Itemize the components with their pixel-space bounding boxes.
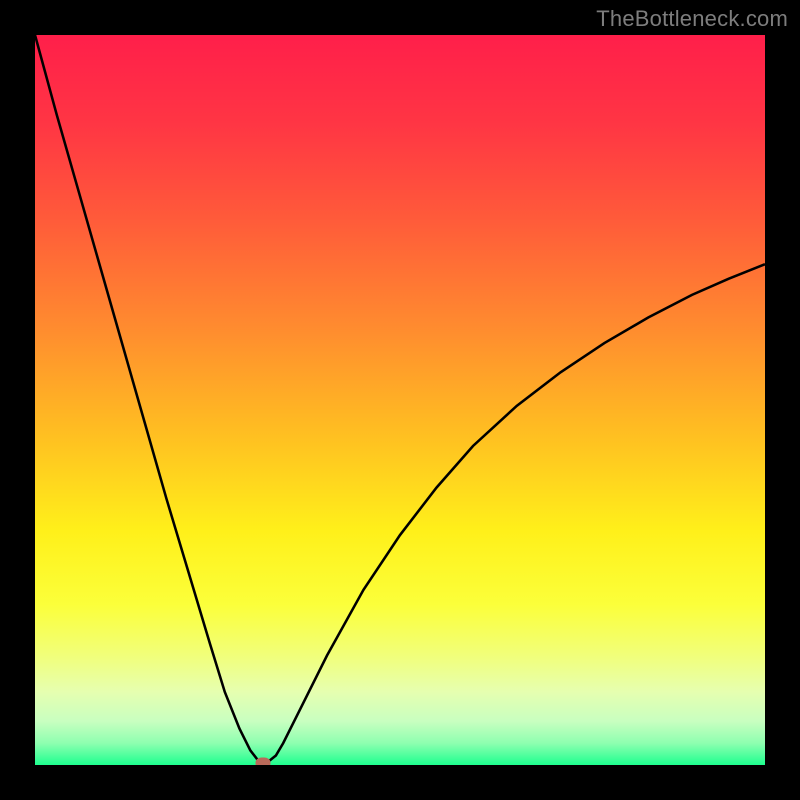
curve-path (35, 35, 765, 763)
outer-black-frame: TheBottleneck.com (0, 0, 800, 800)
watermark-text: TheBottleneck.com (596, 6, 788, 32)
minimum-marker (256, 757, 271, 765)
bottleneck-curve (35, 35, 765, 765)
plot-area (35, 35, 765, 765)
